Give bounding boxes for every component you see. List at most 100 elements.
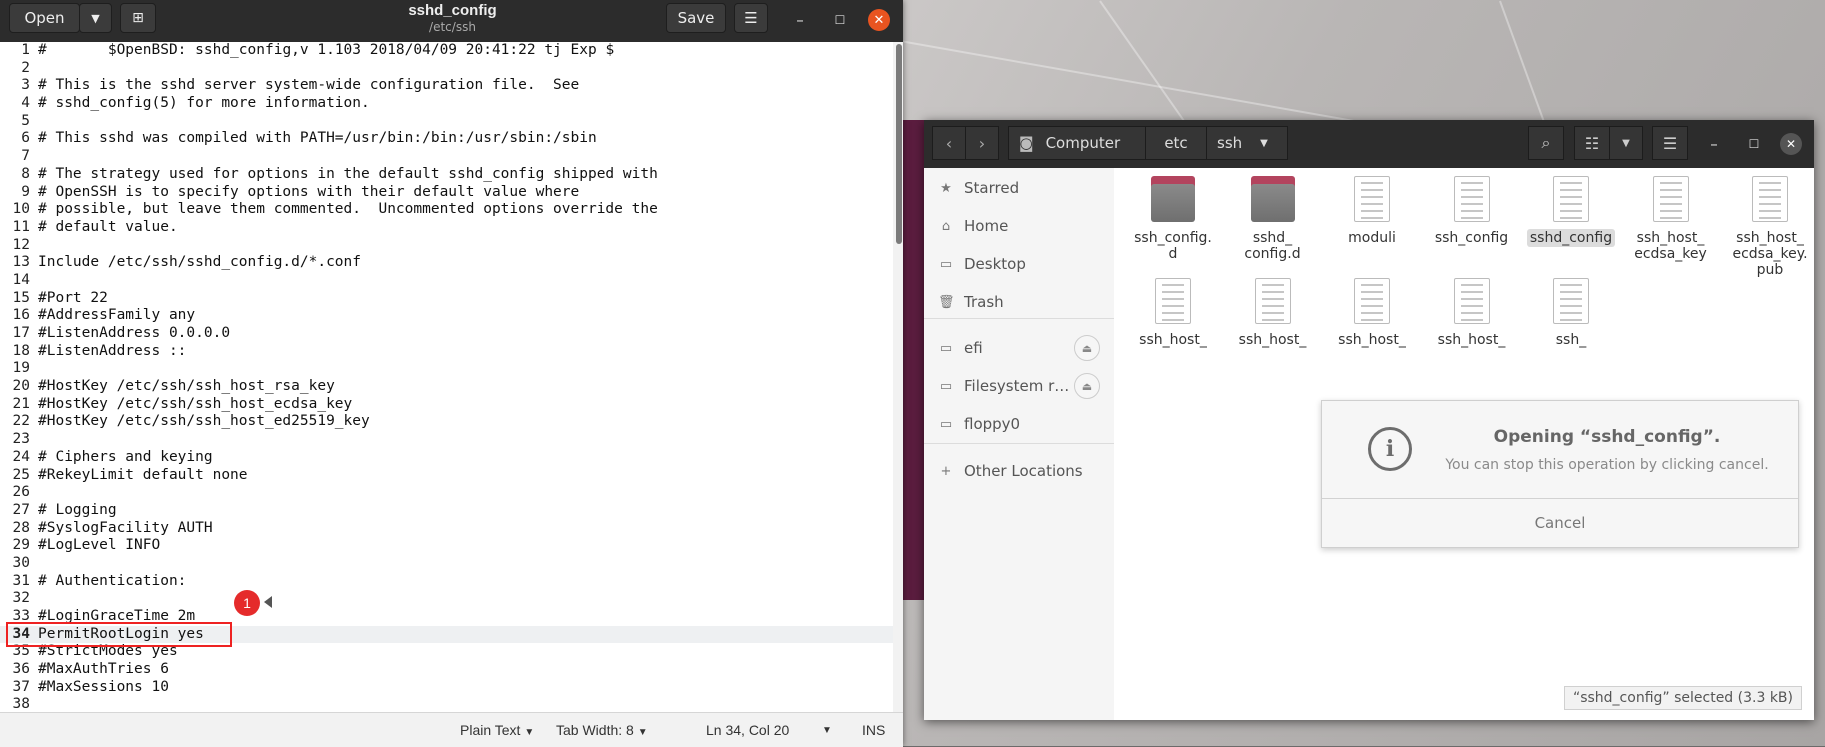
sidebar-item-label: Trash [964, 293, 1004, 311]
new-tab-icon[interactable]: ⊞ [120, 3, 156, 33]
file-item[interactable]: ssh_host_ ecdsa_key. pub [1721, 176, 1819, 278]
breadcrumb-computer[interactable]: ◙ Computer [1008, 126, 1146, 160]
editor-line[interactable]: 26 [0, 484, 893, 502]
back-icon[interactable]: ‹ [932, 126, 966, 160]
file-item[interactable]: ssh_config [1423, 176, 1521, 246]
editor-line[interactable]: 38 [0, 696, 893, 712]
sidebar-item-desktop[interactable]: ▭ Desktop [924, 246, 1114, 282]
editor-line[interactable]: 14 [0, 272, 893, 290]
insert-mode[interactable]: INS [862, 722, 885, 738]
tab-width-selector[interactable]: Tab Width: 8 ▼ [556, 722, 648, 738]
line-text: #LogLevel INFO [38, 537, 161, 554]
editor-line[interactable]: 22 #HostKey /etc/ssh/ssh_host_ed25519_key [0, 413, 893, 431]
sidebar-item-starred[interactable]: ★ Starred [924, 170, 1114, 206]
line-number: 7 [21, 148, 30, 165]
editor-line[interactable]: 32 [0, 590, 893, 608]
cancel-button[interactable]: Cancel [1322, 499, 1798, 547]
file-name: ssh_config. d [1134, 230, 1212, 262]
editor-line[interactable]: 29 #LogLevel INFO [0, 537, 893, 555]
file-item[interactable]: ssh_host_ [1323, 278, 1421, 348]
minimize-icon[interactable]: – [1702, 132, 1726, 156]
syntax-selector[interactable]: Plain Text ▼ [460, 722, 534, 738]
maximize-icon[interactable]: ☐ [1742, 132, 1766, 156]
editor-line[interactable]: 21 #HostKey /etc/ssh/ssh_host_ecdsa_key [0, 396, 893, 414]
editor-line[interactable]: 27 # Logging [0, 502, 893, 520]
folder-item[interactable]: sshd_ config.d [1224, 176, 1322, 262]
sidebar-item-other-locations[interactable]: + Other Locations [924, 453, 1114, 489]
breadcrumb-etc[interactable]: etc [1145, 126, 1207, 160]
editor-scrollbar-thumb[interactable] [896, 44, 902, 244]
editor-line[interactable]: 5 [0, 113, 893, 131]
editor-line[interactable]: 10 # possible, but leave them commented. … [0, 201, 893, 219]
editor-line[interactable]: 17 #ListenAddress 0.0.0.0 [0, 325, 893, 343]
breadcrumb-ssh[interactable]: ssh ▼ [1206, 126, 1288, 160]
editor-line[interactable]: 15 #Port 22 [0, 290, 893, 308]
save-button[interactable]: Save [666, 3, 726, 33]
editor-line[interactable]: 18 #ListenAddress :: [0, 343, 893, 361]
file-item[interactable]: ssh_host_ [1124, 278, 1222, 348]
view-options-chevron-down-icon[interactable]: ▼ [1609, 126, 1643, 160]
line-number: 5 [21, 112, 30, 129]
sidebar-item-label: Filesystem r… [964, 377, 1070, 395]
editor-line[interactable]: 2 [0, 60, 893, 78]
editor-line[interactable]: 9 # OpenSSH is to specify options with th… [0, 184, 893, 202]
folder-item[interactable]: ssh_config. d [1124, 176, 1222, 262]
editor-line[interactable]: 3 # This is the sshd server system-wide c… [0, 77, 893, 95]
eject-icon[interactable]: ⏏ [1074, 373, 1100, 399]
drive-icon: ▭ [939, 378, 953, 394]
hamburger-menu-icon[interactable]: ☰ [1652, 126, 1688, 160]
editor-line[interactable]: 6 # This sshd was compiled with PATH=/usr… [0, 130, 893, 148]
editor-line[interactable]: 30 [0, 555, 893, 573]
search-icon[interactable]: ⌕ [1528, 126, 1564, 160]
editor-line[interactable]: 16 #AddressFamily any [0, 307, 893, 325]
line-number: 26 [12, 484, 30, 501]
position-menu-chevron-down-icon[interactable]: ▼ [822, 725, 832, 736]
editor-line[interactable]: 28 #SyslogFacility AUTH [0, 520, 893, 538]
file-item[interactable]: ssh_host_ [1423, 278, 1521, 348]
line-number: 15 [12, 289, 30, 306]
editor-line[interactable]: 1 # $OpenBSD: sshd_config,v 1.103 2018/04… [0, 42, 893, 60]
open-menu-chevron-down-icon[interactable]: ▼ [79, 3, 112, 33]
editor-line[interactable]: 24 # Ciphers and keying [0, 449, 893, 467]
sidebar-item-trash[interactable]: 🗑 Trash [924, 284, 1114, 320]
file-item[interactable]: moduli [1323, 176, 1421, 246]
maximize-icon[interactable]: ☐ [828, 8, 852, 32]
editor-line[interactable]: 4 # sshd_config(5) for more information. [0, 95, 893, 113]
forward-icon[interactable]: › [965, 126, 999, 160]
editor-line[interactable]: 23 [0, 431, 893, 449]
line-number: 22 [12, 413, 30, 430]
line-number: 8 [21, 165, 30, 182]
line-number: 3 [21, 77, 30, 94]
text-editor-area[interactable]: 1 # $OpenBSD: sshd_config,v 1.103 2018/04… [0, 42, 893, 712]
line-text: # OpenSSH is to specify options with the… [38, 183, 580, 200]
file-item[interactable]: ssh_host_ ecdsa_key [1622, 176, 1720, 262]
editor-line[interactable]: 31 # Authentication: [0, 573, 893, 591]
sidebar-item-home[interactable]: ⌂ Home [924, 208, 1114, 244]
sidebar-divider [924, 318, 1114, 319]
close-icon[interactable]: ✕ [1780, 133, 1802, 155]
editor-line[interactable]: 12 [0, 237, 893, 255]
line-text: # This sshd was compiled with PATH=/usr/… [38, 130, 597, 147]
folder-icon [1151, 176, 1195, 224]
open-button[interactable]: Open [9, 3, 80, 33]
line-text: # default value. [38, 218, 178, 235]
hamburger-menu-icon[interactable]: ☰ [734, 3, 768, 33]
file-item[interactable]: ssh_host_ [1224, 278, 1322, 348]
editor-line[interactable]: 25 #RekeyLimit default none [0, 467, 893, 485]
editor-line[interactable]: 7 [0, 148, 893, 166]
editor-line[interactable]: 36 #MaxAuthTries 6 [0, 661, 893, 679]
editor-line[interactable]: 20 #HostKey /etc/ssh/ssh_host_rsa_key [0, 378, 893, 396]
eject-icon[interactable]: ⏏ [1074, 335, 1100, 361]
line-text: # The strategy used for options in the d… [38, 165, 658, 182]
editor-line[interactable]: 8 # The strategy used for options in the … [0, 166, 893, 184]
list-view-icon[interactable]: ☷ [1574, 126, 1610, 160]
sidebar-item-floppy0[interactable]: ▭ floppy0 [924, 406, 1114, 442]
editor-line[interactable]: 37 #MaxSessions 10 [0, 679, 893, 697]
minimize-icon[interactable]: – [788, 8, 812, 32]
editor-line[interactable]: 11 # default value. [0, 219, 893, 237]
file-item[interactable]: ssh_ [1522, 278, 1620, 348]
close-icon[interactable]: ✕ [868, 9, 890, 31]
editor-line[interactable]: 19 [0, 360, 893, 378]
editor-line[interactable]: 13 Include /etc/ssh/sshd_config.d/*.conf [0, 254, 893, 272]
file-item[interactable]: sshd_config [1522, 176, 1620, 247]
